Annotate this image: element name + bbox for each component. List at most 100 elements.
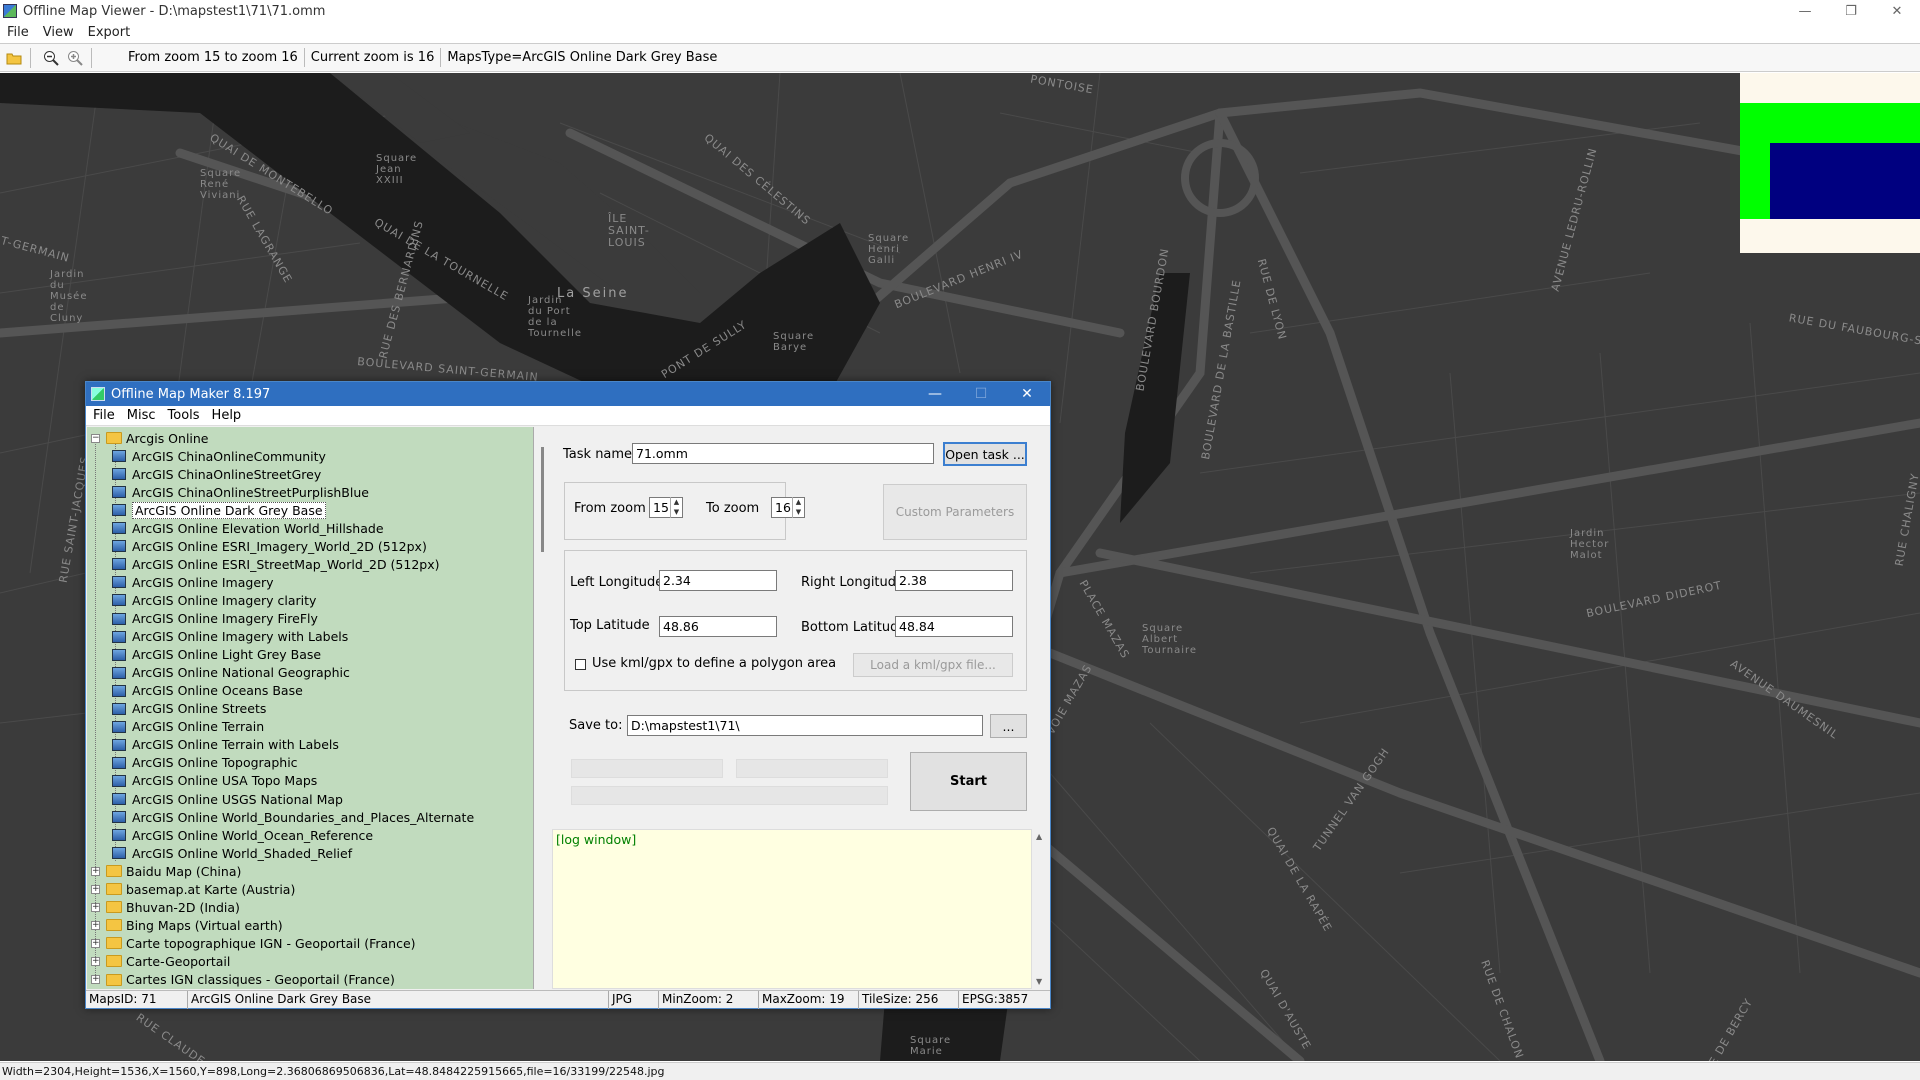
to-zoom-spinner[interactable]: ▲ ▼ [792, 497, 804, 518]
left-longitude-input[interactable]: 2.34 [659, 570, 777, 591]
save-to-input[interactable]: D:\mapstest1\71\ [627, 715, 983, 736]
tree-item-label: ArcGIS Online ESRI_Imagery_World_2D (512… [132, 538, 427, 554]
tree-item-map-source[interactable]: ArcGIS Online ESRI_StreetMap_World_2D (5… [87, 555, 440, 573]
tree-item-map-source[interactable]: ArcGIS Online USA Topo Maps [87, 772, 317, 790]
dialog-menu-help[interactable]: Help [212, 408, 242, 423]
tree-folder[interactable]: + basemap.at Karte (Austria) [87, 880, 295, 898]
open-task-button[interactable]: Open task ... [943, 442, 1027, 466]
status-max-zoom: MaxZoom: 19 [759, 991, 859, 1009]
tree-item-map-source[interactable]: ArcGIS Online Dark Grey Base [87, 501, 326, 519]
browse-button[interactable]: ... [990, 714, 1027, 738]
expand-icon[interactable]: + [91, 938, 100, 948]
right-longitude-input[interactable]: 2.38 [895, 570, 1013, 591]
dialog-menu-tools[interactable]: Tools [168, 408, 200, 423]
tree-item-map-source[interactable]: ArcGIS Online Elevation World_Hillshade [87, 519, 384, 537]
tree-item-label: ArcGIS Online Topographic [132, 755, 298, 771]
minimize-button[interactable]: — [1782, 0, 1828, 22]
tree-scroll-thumb[interactable] [541, 447, 544, 552]
map-source-tree[interactable]: − Arcgis Online ArcGIS ChinaOnlineCommun… [87, 427, 534, 989]
tree-item-map-source[interactable]: ArcGIS Online Streets [87, 700, 266, 718]
load-kml-button[interactable]: Load a kml/gpx file... [853, 653, 1013, 677]
folder-icon [106, 901, 122, 914]
tree-item-map-source[interactable]: ArcGIS Online Light Grey Base [87, 646, 321, 664]
tree-folder-arcgis-online[interactable]: − Arcgis Online [87, 429, 209, 447]
close-button[interactable]: ✕ [1874, 0, 1920, 22]
map-source-icon [112, 576, 126, 589]
tree-folder-label: Bhuvan-2D (India) [126, 899, 240, 915]
tree-folder[interactable]: + Baidu Map (China) [87, 862, 241, 880]
dialog-app-icon [91, 387, 105, 401]
log-window[interactable]: [log window] [552, 829, 1032, 989]
zoom-in-icon[interactable] [65, 48, 85, 68]
status-tile-size: TileSize: 256 [859, 991, 959, 1009]
from-zoom-label: From zoom [574, 501, 646, 516]
top-latitude-input[interactable]: 48.86 [659, 616, 777, 637]
from-zoom-spinner[interactable]: ▲ ▼ [670, 497, 682, 518]
toolbar-separator [30, 47, 31, 68]
log-text: [log window] [556, 832, 637, 847]
collapse-icon[interactable]: − [91, 433, 100, 443]
tree-item-map-source[interactable]: ArcGIS Online Terrain with Labels [87, 736, 339, 754]
tree-item-label: ArcGIS Online National Geographic [132, 665, 350, 681]
tree-folder-label: Cartes IGN classiques - Geoportail (Fran… [126, 972, 395, 987]
tree-item-map-source[interactable]: ArcGIS Online USGS National Map [87, 790, 343, 808]
tree-item-map-source[interactable]: ArcGIS Online ESRI_Imagery_World_2D (512… [87, 537, 427, 555]
dialog-title-bar[interactable]: Offline Map Maker 8.197 — ☐ ✕ [86, 382, 1050, 406]
tree-item-map-source[interactable]: ArcGIS Online Imagery [87, 573, 274, 591]
tree-item-map-source[interactable]: ArcGIS Online World_Boundaries_and_Place… [87, 808, 474, 826]
open-folder-icon[interactable] [4, 48, 24, 68]
tree-folder[interactable]: + Carte topographique IGN - Geoportail (… [87, 934, 416, 952]
task-name-input[interactable]: 71.omm [632, 443, 934, 464]
menu-view[interactable]: View [43, 25, 74, 40]
dialog-minimize-button[interactable]: — [912, 382, 958, 406]
tree-item-map-source[interactable]: ArcGIS Online Imagery FireFly [87, 610, 318, 628]
map-label: Square Henri Galli [868, 233, 910, 266]
start-button[interactable]: Start [910, 752, 1027, 811]
tree-folder[interactable]: + Carte-Geoportail [87, 952, 230, 970]
tree-folder-label: basemap.at Karte (Austria) [126, 881, 296, 897]
tree-item-map-source[interactable]: ArcGIS Online Topographic [87, 754, 298, 772]
expand-icon[interactable]: + [91, 920, 100, 930]
menu-file[interactable]: File [7, 25, 29, 40]
scroll-down-icon[interactable]: ▼ [1036, 977, 1042, 986]
tree-item-label: ArcGIS Online Imagery with Labels [132, 629, 349, 645]
expand-icon[interactable]: + [91, 975, 100, 984]
log-scrollbar[interactable]: ▲ ▼ [1032, 829, 1049, 989]
use-kml-checkbox[interactable] [575, 659, 586, 670]
overview-minimap[interactable] [1740, 73, 1920, 253]
custom-parameters-button[interactable]: Custom Parameters [883, 484, 1027, 540]
dialog-menu-file[interactable]: File [93, 408, 115, 423]
expand-icon[interactable]: + [91, 956, 100, 966]
status-min-zoom: MinZoom: 2 [659, 991, 759, 1009]
tree-item-map-source[interactable]: ArcGIS ChinaOnlineStreetGrey [87, 465, 321, 483]
dialog-menu-misc[interactable]: Misc [127, 408, 156, 423]
expand-icon[interactable]: + [91, 902, 100, 912]
tree-item-map-source[interactable]: ArcGIS Online World_Ocean_Reference [87, 826, 373, 844]
tree-item-map-source[interactable]: ArcGIS Online Oceans Base [87, 682, 303, 700]
tree-item-map-source[interactable]: ArcGIS ChinaOnlineCommunity [87, 447, 326, 465]
bottom-latitude-input[interactable]: 48.84 [895, 616, 1013, 637]
zoom-out-icon[interactable] [41, 48, 61, 68]
scroll-up-icon[interactable]: ▲ [1036, 832, 1042, 841]
expand-icon[interactable]: + [91, 884, 100, 894]
tree-folder[interactable]: + Bing Maps (Virtual earth) [87, 916, 283, 934]
maximize-button[interactable]: ❐ [1828, 0, 1874, 22]
tree-item-map-source[interactable]: ArcGIS Online Imagery clarity [87, 591, 316, 609]
menu-export[interactable]: Export [88, 25, 131, 40]
tree-item-map-source[interactable]: ArcGIS Online World_Shaded_Relief [87, 844, 352, 862]
tree-folder[interactable]: + Bhuvan-2D (India) [87, 898, 240, 916]
left-longitude-label: Left Longitude [570, 575, 664, 590]
tree-scrollbar[interactable] [535, 427, 552, 989]
dialog-close-button[interactable]: ✕ [1004, 382, 1050, 406]
tree-item-map-source[interactable]: ArcGIS Online National Geographic [87, 664, 350, 682]
tree-item-map-source[interactable]: ArcGIS ChinaOnlineStreetPurplishBlue [87, 483, 369, 501]
dialog-menu-bar: File Misc Tools Help [86, 406, 1050, 426]
tree-item-label: ArcGIS ChinaOnlineStreetGrey [132, 466, 322, 482]
tree-folder[interactable]: + Cartes IGN classiques - Geoportail (Fr… [87, 971, 395, 989]
expand-icon[interactable]: + [91, 866, 100, 876]
tree-item-map-source[interactable]: ArcGIS Online Imagery with Labels [87, 628, 348, 646]
main-title-bar: Offline Map Viewer - D:\mapstest1\71\71.… [0, 0, 1920, 22]
tree-item-map-source[interactable]: ArcGIS Online Terrain [87, 718, 264, 736]
status-format: JPG [609, 991, 659, 1009]
tree-folder-label: Bing Maps (Virtual earth) [126, 917, 283, 933]
